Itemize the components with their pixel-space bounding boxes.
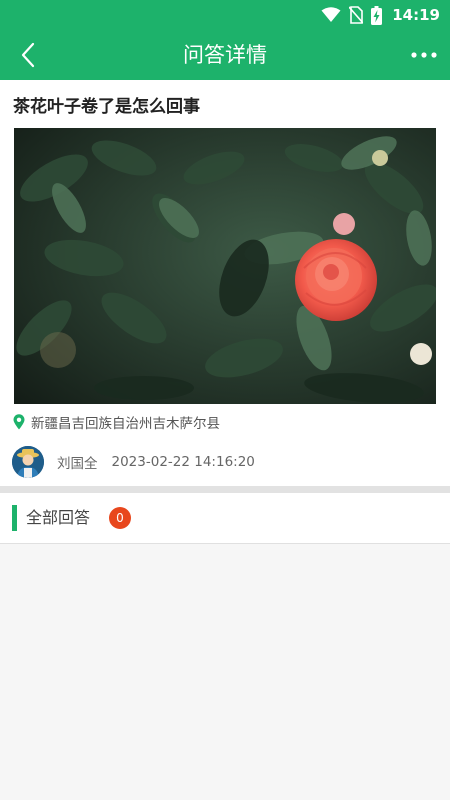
section-accent-bar bbox=[12, 505, 17, 531]
section-divider bbox=[0, 486, 450, 493]
answers-list bbox=[0, 544, 450, 800]
chevron-left-icon bbox=[21, 42, 35, 68]
post-time: 2023-02-22 14:16:20 bbox=[111, 454, 255, 470]
answers-header: 全部回答 0 bbox=[0, 493, 450, 544]
author-name: 刘国全 bbox=[57, 456, 98, 472]
location-row: 新疆昌吉回族自治州吉木萨尔县 bbox=[13, 412, 220, 432]
status-bar: 14:19 bbox=[0, 0, 450, 30]
app-bar: 问答详情 bbox=[0, 30, 450, 80]
camellia-photo bbox=[14, 128, 436, 404]
question-photo[interactable] bbox=[14, 128, 436, 404]
author-row: 刘国全 2023-02-22 14:16:20 bbox=[12, 446, 255, 478]
back-button[interactable] bbox=[12, 40, 44, 70]
status-icons: 14:19 bbox=[321, 4, 440, 26]
question-card: 茶花叶子卷了是怎么回事 新疆昌吉回族自治州吉木萨尔县 刘国全 2023-02-2… bbox=[0, 80, 450, 486]
no-sim-icon bbox=[349, 6, 364, 24]
farmer-avatar-icon bbox=[12, 446, 44, 478]
more-horizontal-icon bbox=[411, 52, 437, 58]
avatar[interactable] bbox=[12, 446, 44, 478]
more-button[interactable] bbox=[406, 40, 442, 70]
status-time: 14:19 bbox=[392, 6, 440, 24]
camellia-flower bbox=[295, 239, 377, 321]
map-pin-icon bbox=[13, 414, 25, 430]
battery-charging-icon bbox=[371, 5, 383, 25]
wifi-icon bbox=[321, 7, 341, 22]
question-title: 茶花叶子卷了是怎么回事 bbox=[13, 97, 200, 117]
page-title: 问答详情 bbox=[183, 43, 267, 67]
location-text: 新疆昌吉回族自治州吉木萨尔县 bbox=[31, 416, 220, 432]
answers-label: 全部回答 bbox=[26, 508, 91, 527]
answers-count-badge: 0 bbox=[109, 507, 131, 529]
